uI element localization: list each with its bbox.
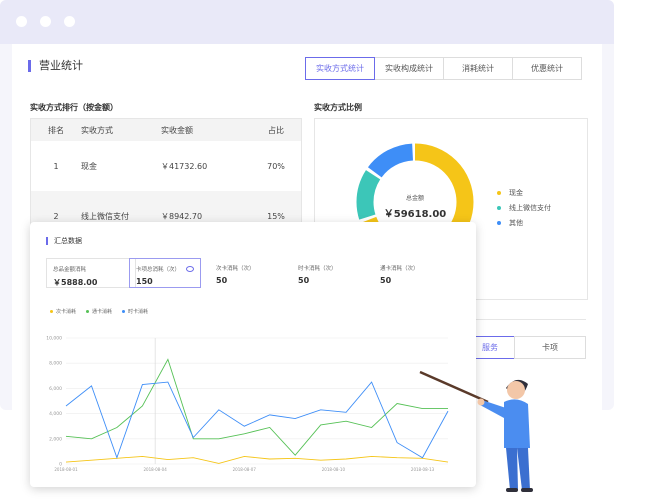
tab-discount[interactable]: 优惠统计 xyxy=(512,57,582,80)
window-titlebar xyxy=(0,0,614,44)
legend-label: 线上微信支付 xyxy=(509,203,551,212)
summary-card: 汇总数据 总品金额消耗 ￥5888.00 卡项总消耗（次） 150 次卡消耗（次… xyxy=(30,222,476,487)
presenter-leg-right xyxy=(517,448,530,490)
window-dot-maximize[interactable] xyxy=(64,16,75,27)
table-row[interactable]: 1 现金 ￥41732.60 70% xyxy=(31,141,301,191)
stat-tabs: 实收方式统计 实收构成统计 消耗统计 优惠统计 xyxy=(305,57,582,80)
y-tick-label: 6,000 xyxy=(49,386,62,392)
y-tick-label: 2,000 xyxy=(49,436,62,442)
series-line-1[interactable] xyxy=(65,358,448,456)
legend-dot xyxy=(497,190,501,195)
cell-rank: 1 xyxy=(53,161,59,171)
y-tick-label: 8,000 xyxy=(49,361,62,367)
cell-method: 现金 xyxy=(81,161,97,171)
ratio-title: 实收方式比例 xyxy=(314,103,362,112)
x-tick-label: 2018-08-01 xyxy=(54,467,78,472)
x-tick-label: 2018-08-07 xyxy=(233,467,257,472)
x-tick-label: 2018-08-10 xyxy=(322,467,346,472)
presenter-torso xyxy=(504,399,530,448)
header-ratio: 占比 xyxy=(268,125,284,135)
ranking-title: 实收方式排行（按金额） xyxy=(30,103,118,112)
cell-ratio: 15% xyxy=(267,211,285,221)
presenter-illustration xyxy=(419,370,533,492)
cell-method: 线上微信支付 xyxy=(81,211,129,221)
cell-ratio: 70% xyxy=(267,161,285,171)
legend-dot xyxy=(497,220,501,225)
x-tick-label: 2018-08-04 xyxy=(144,467,168,472)
legend-item-cash: 现金 xyxy=(497,185,551,200)
presenter-hand xyxy=(477,398,485,406)
legend-dot xyxy=(497,205,501,210)
header-amount: 实收金额 xyxy=(161,125,193,135)
window-dot-minimize[interactable] xyxy=(40,16,51,27)
presenter-leg-left xyxy=(506,448,518,490)
donut-total-label: 总金额 xyxy=(405,195,424,202)
pointer-stick xyxy=(419,370,489,404)
presenter-head xyxy=(507,381,525,399)
header-method: 实收方式 xyxy=(81,125,113,135)
presenter-shoe xyxy=(521,488,533,492)
presenter-shoe xyxy=(506,488,518,492)
tab-payment-method[interactable]: 实收方式统计 xyxy=(305,57,375,80)
cell-rank: 2 xyxy=(53,211,59,221)
legend-label: 其他 xyxy=(509,218,523,227)
window-dot-close[interactable] xyxy=(16,16,27,27)
donut-legend: 现金 线上微信支付 其他 xyxy=(497,185,551,230)
tab-payment-composition[interactable]: 实收构成统计 xyxy=(374,57,444,80)
cell-amount: ￥8942.70 xyxy=(161,211,203,221)
tab-card[interactable]: 卡项 xyxy=(514,336,586,359)
donut-total-value: ￥59618.00 xyxy=(383,209,447,220)
line-chart: 02,0004,0006,0008,00010,0002018-08-01 201… xyxy=(46,336,449,472)
legend-item-wechat: 线上微信支付 xyxy=(497,200,551,215)
y-tick-label: 10,000 xyxy=(46,336,62,342)
table-header: 排名 实收方式 实收金额 占比 xyxy=(31,119,301,141)
y-tick-label: 4,000 xyxy=(49,411,62,417)
legend-item-other: 其他 xyxy=(497,215,551,230)
header-rank: 排名 xyxy=(48,125,64,135)
cell-amount: ￥41732.60 xyxy=(161,161,208,171)
tab-consumption[interactable]: 消耗统计 xyxy=(443,57,513,80)
series-line-0[interactable] xyxy=(65,455,449,464)
series-line-2[interactable] xyxy=(65,381,449,460)
section-title: 营业统计 xyxy=(28,60,83,72)
legend-label: 现金 xyxy=(509,188,523,197)
